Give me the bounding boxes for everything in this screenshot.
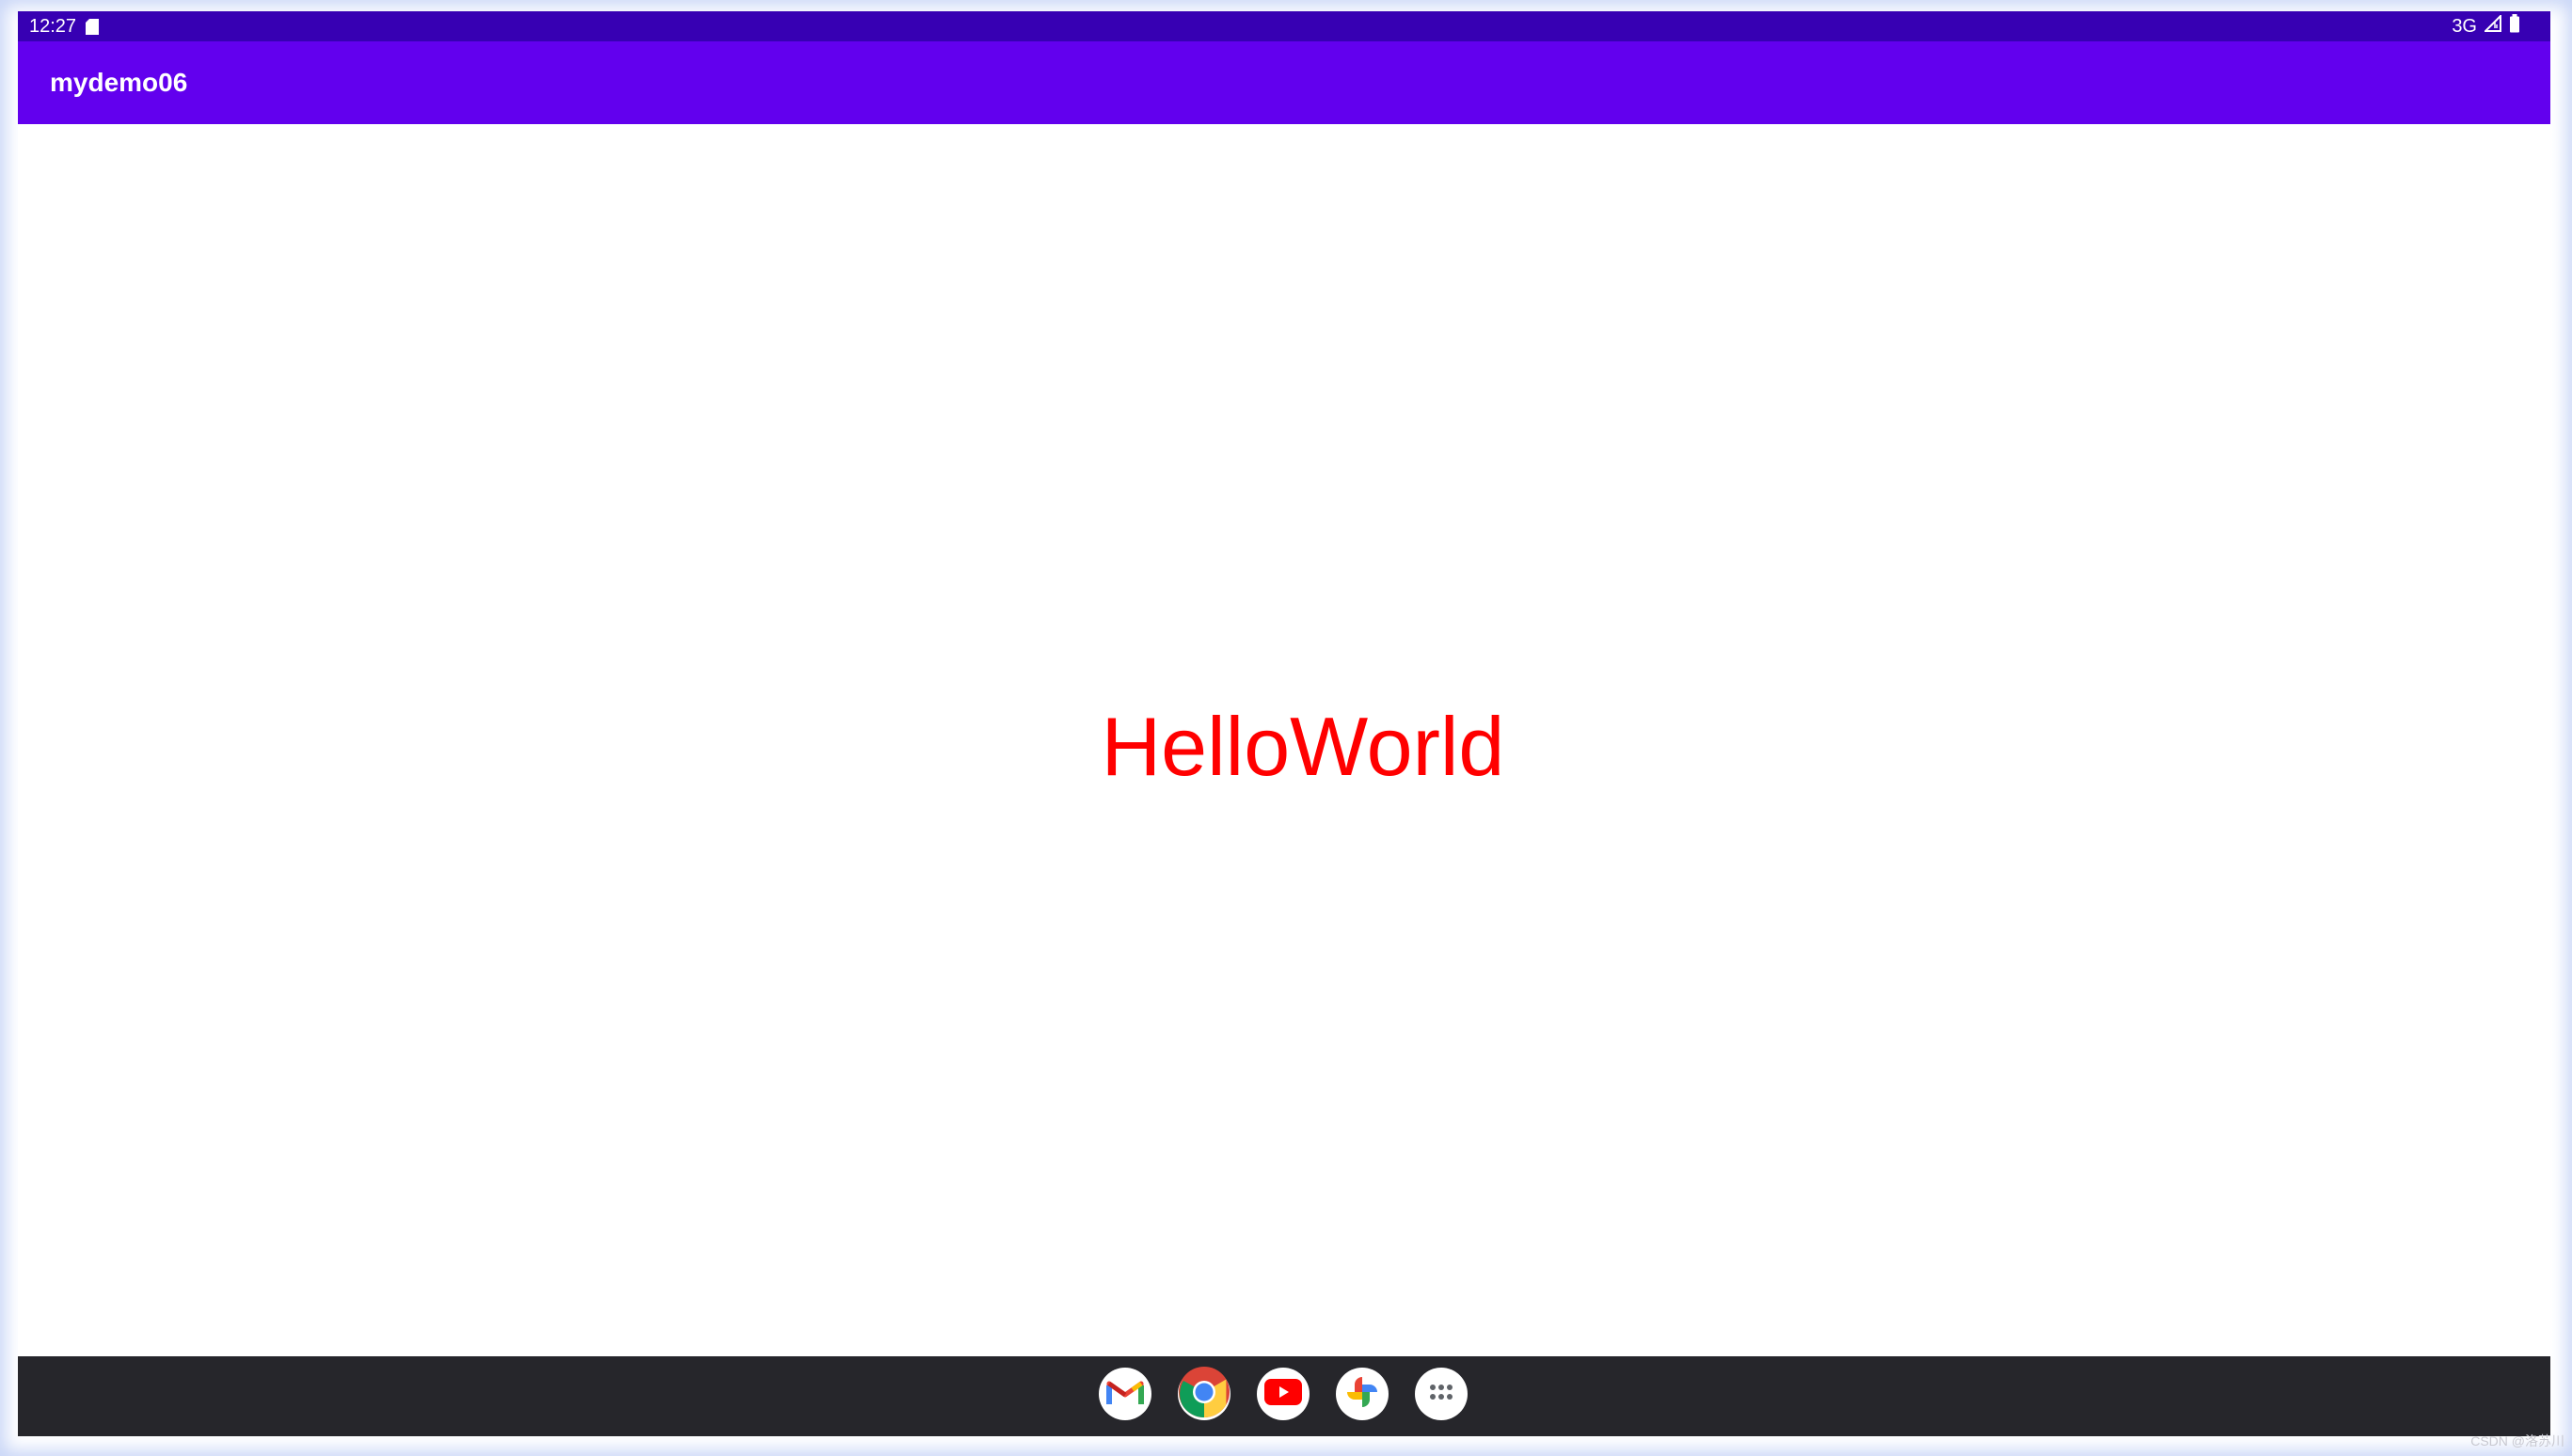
battery-icon xyxy=(2509,14,2520,39)
photos-icon xyxy=(1343,1373,1381,1416)
taskbar xyxy=(18,1356,2550,1436)
app-drawer-button[interactable] xyxy=(1415,1368,1468,1420)
watermark: CSDN @洛苏川 xyxy=(2470,1433,2564,1448)
status-right-group: 3G xyxy=(2452,13,2520,39)
youtube-icon xyxy=(1264,1378,1302,1410)
network-type: 3G xyxy=(2452,16,2477,37)
app-bar: mydemo06 xyxy=(18,41,2550,124)
hello-world-text: HelloWorld xyxy=(1101,700,1505,793)
app-drawer-icon xyxy=(1428,1383,1454,1406)
photos-app-button[interactable] xyxy=(1336,1368,1389,1420)
android-screen: 12:27 3G mydemo06 HelloWorld xyxy=(18,11,2550,1436)
app-title: mydemo06 xyxy=(50,68,188,97)
app-dock xyxy=(1099,1366,1468,1423)
gmail-icon xyxy=(1106,1378,1144,1411)
signal-icon xyxy=(2483,13,2501,38)
gmail-app-button[interactable] xyxy=(1099,1368,1151,1420)
status-bar: 12:27 3G xyxy=(18,11,2550,41)
main-content: HelloWorld xyxy=(18,124,2550,1356)
status-time: 12:27 xyxy=(29,16,77,37)
screenshot-frame: 12:27 3G mydemo06 HelloWorld CSDN @洛苏川 xyxy=(0,0,2572,1456)
youtube-app-button[interactable] xyxy=(1257,1368,1310,1420)
chrome-app-button[interactable] xyxy=(1178,1366,1230,1423)
sd-card-icon xyxy=(86,19,99,35)
chrome-icon xyxy=(1178,1366,1230,1423)
